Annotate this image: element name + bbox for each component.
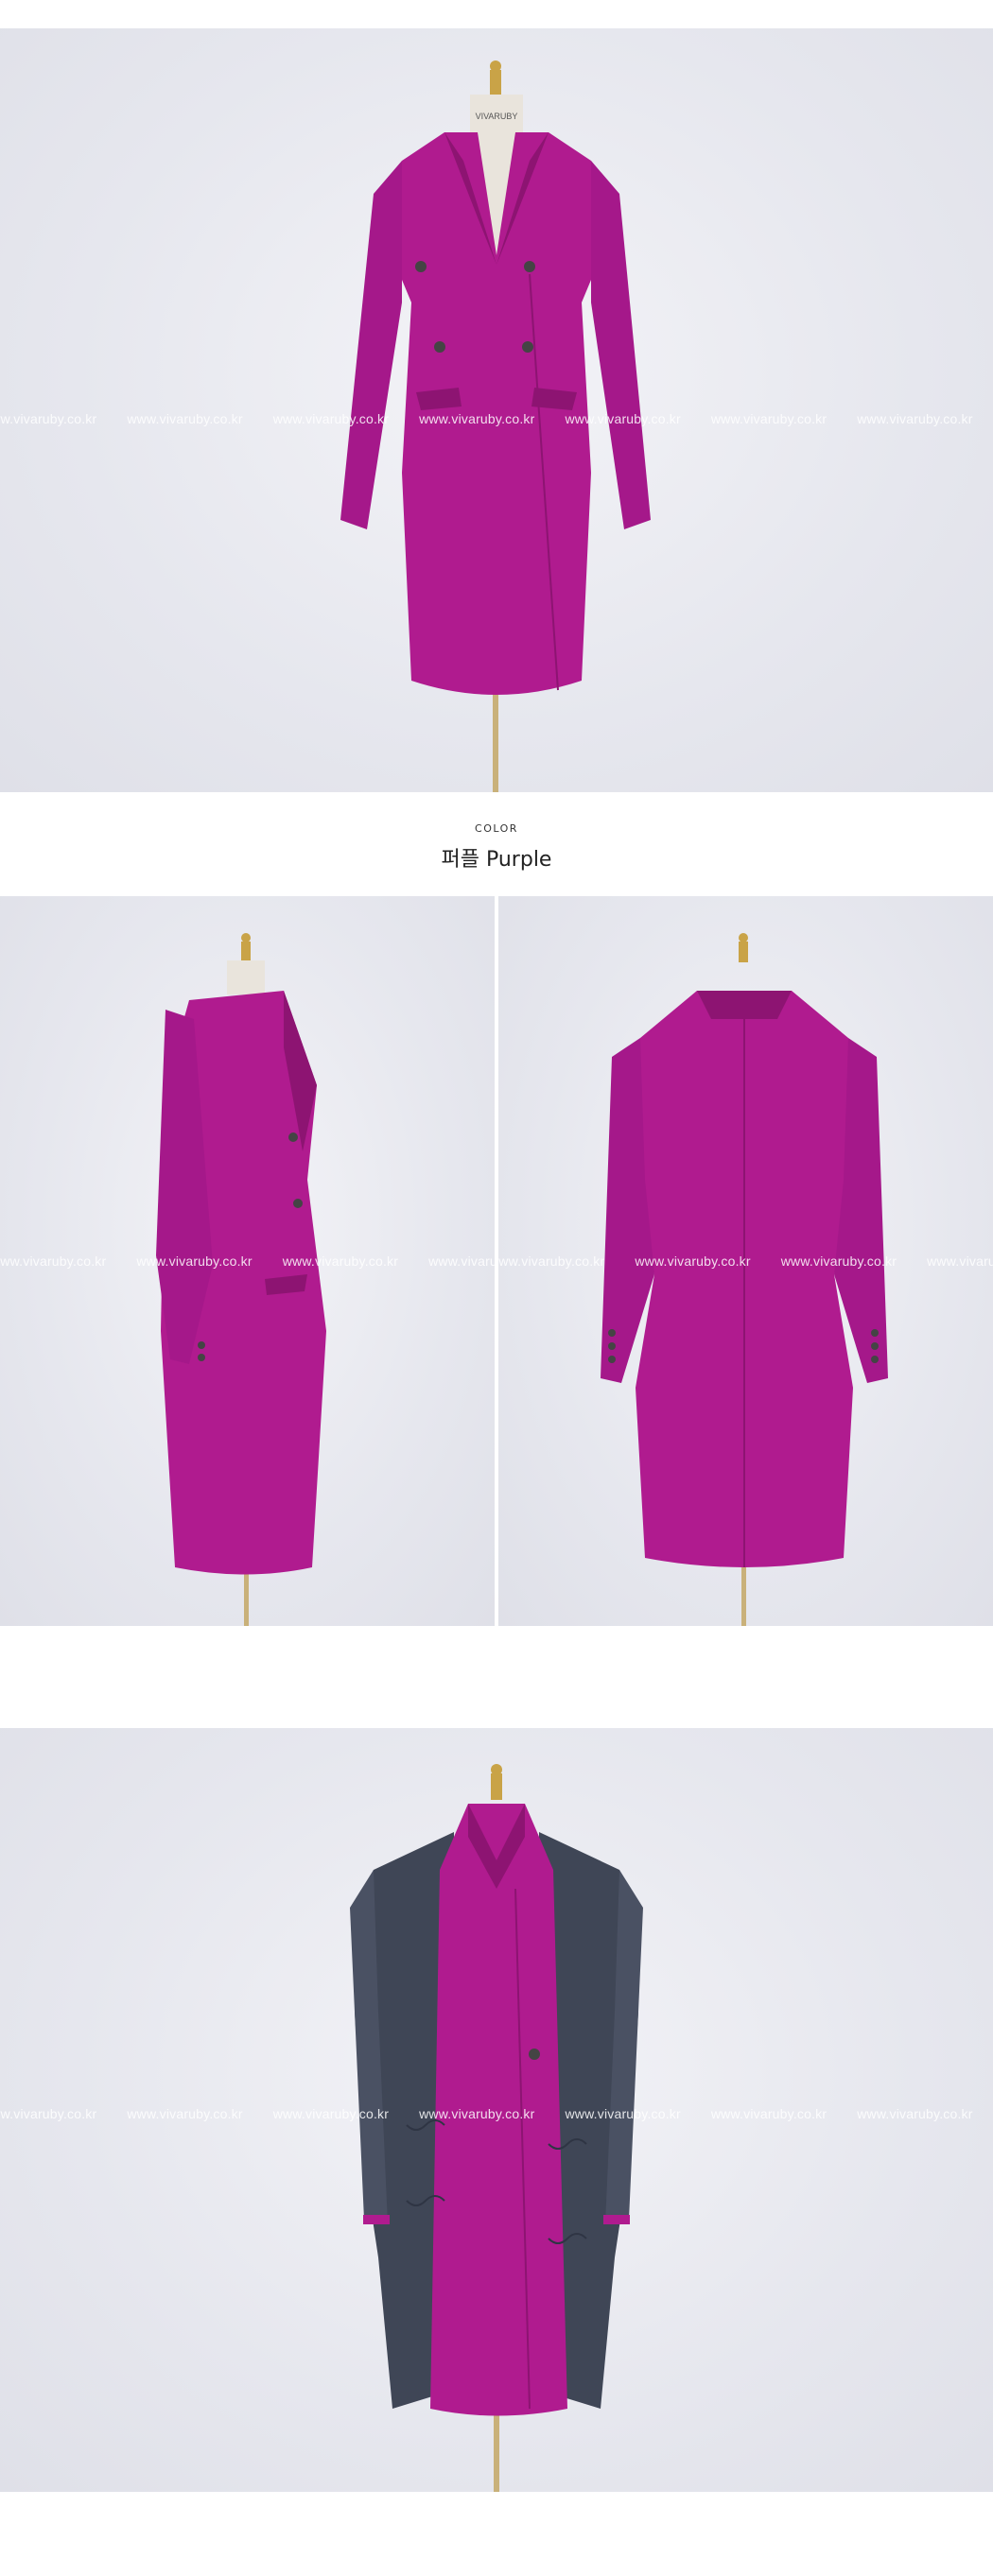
product-photo-back: www.vivaruby.co.kr www.vivaruby.co.kr www.… xyxy=(498,896,993,1626)
coat-front-illustration: VIVARUBY xyxy=(340,61,651,792)
watermark: www.vivaruby.co.krwww.vivaruby.co.krwww.… xyxy=(0,2106,973,2121)
product-photo-side: www.vivaruby.co.kr www.vivaruby.co.kr www.… xyxy=(0,896,495,1626)
color-heading: COLOR 퍼플 Purple xyxy=(0,822,993,873)
product-photo-front: VIVARUBY www.vivaruby.co.krwww.vivaruby.… xyxy=(0,28,993,792)
color-label: COLOR xyxy=(475,822,518,835)
watermark: www.vivaruby.co.krwww.vivaruby.co.krwww.… xyxy=(0,411,973,426)
color-name: 퍼플 Purple xyxy=(441,848,552,872)
watermark: www.vivaruby.co.krwww.vivaruby.co.krwww.… xyxy=(498,1253,993,1269)
watermark: www.vivaruby.co.krwww.vivaruby.co.krwww.… xyxy=(0,1253,495,1269)
mannequin-tag-text: VIVARUBY xyxy=(476,112,518,121)
product-photo-detail: www.vivaruby.co.krwww.vivaruby.co.krwww.… xyxy=(0,1728,993,2492)
